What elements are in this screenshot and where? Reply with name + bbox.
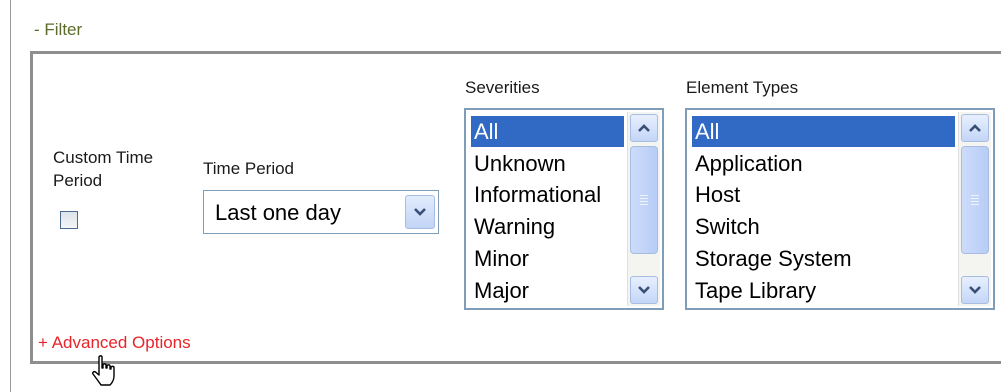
element-types-label: Element Types [686, 78, 799, 97]
element-type-option-storage-system[interactable]: Storage System [692, 243, 852, 274]
severity-option-unknown[interactable]: Unknown [471, 148, 566, 179]
scroll-up-arrow-icon [969, 124, 981, 132]
scroll-down-arrow-icon [969, 286, 981, 294]
element-types-scrollbar[interactable] [958, 112, 991, 306]
time-period-selected-value: Last one day [215, 200, 341, 225]
severities-scroll-up-button[interactable] [630, 114, 658, 142]
severities-label: Severities [465, 78, 540, 97]
severities-scrollbar[interactable] [627, 112, 660, 306]
severity-option-all[interactable]: All [471, 116, 624, 147]
element-types-scroll-down-button[interactable] [961, 276, 989, 304]
severities-scroll-down-button[interactable] [630, 276, 658, 304]
severity-option-warning[interactable]: Warning [471, 211, 555, 242]
scroll-down-arrow-icon [638, 286, 650, 294]
time-period-label: Time Period [203, 159, 295, 178]
filter-collapse-toggle[interactable]: - Filter [34, 20, 82, 40]
advanced-options-link[interactable]: + Advanced Options [38, 333, 191, 353]
custom-time-period-label-line2: Period [53, 171, 103, 190]
element-type-option-tape-library[interactable]: Tape Library [692, 275, 816, 306]
element-type-option-application[interactable]: Application [692, 148, 803, 179]
element-type-option-all[interactable]: All [692, 116, 955, 147]
element-type-option-switch[interactable]: Switch [692, 211, 760, 242]
severity-option-minor[interactable]: Minor [471, 243, 529, 274]
severities-listbox[interactable]: All Unknown Informational Warning Minor … [464, 108, 664, 310]
custom-time-period-label: Custom Time Period [53, 146, 153, 192]
time-period-select[interactable]: Last one day [203, 190, 439, 234]
hand-pointer-cursor-icon [92, 355, 115, 386]
custom-time-period-label-line1: Custom Time [53, 148, 154, 167]
element-types-listbox[interactable]: All Application Host Switch Storage Syst… [685, 108, 995, 310]
element-type-option-host[interactable]: Host [692, 179, 740, 210]
time-period-dropdown-button[interactable] [405, 195, 435, 229]
chevron-down-icon [414, 207, 426, 216]
element-types-scroll-up-button[interactable] [961, 114, 989, 142]
severity-option-major[interactable]: Major [471, 275, 529, 306]
severity-option-informational[interactable]: Informational [471, 179, 601, 210]
scroll-up-arrow-icon [638, 124, 650, 132]
left-divider [10, 0, 11, 392]
custom-time-period-checkbox[interactable] [60, 211, 78, 229]
severities-scroll-thumb[interactable] [630, 146, 658, 254]
element-types-scroll-thumb[interactable] [961, 146, 989, 254]
